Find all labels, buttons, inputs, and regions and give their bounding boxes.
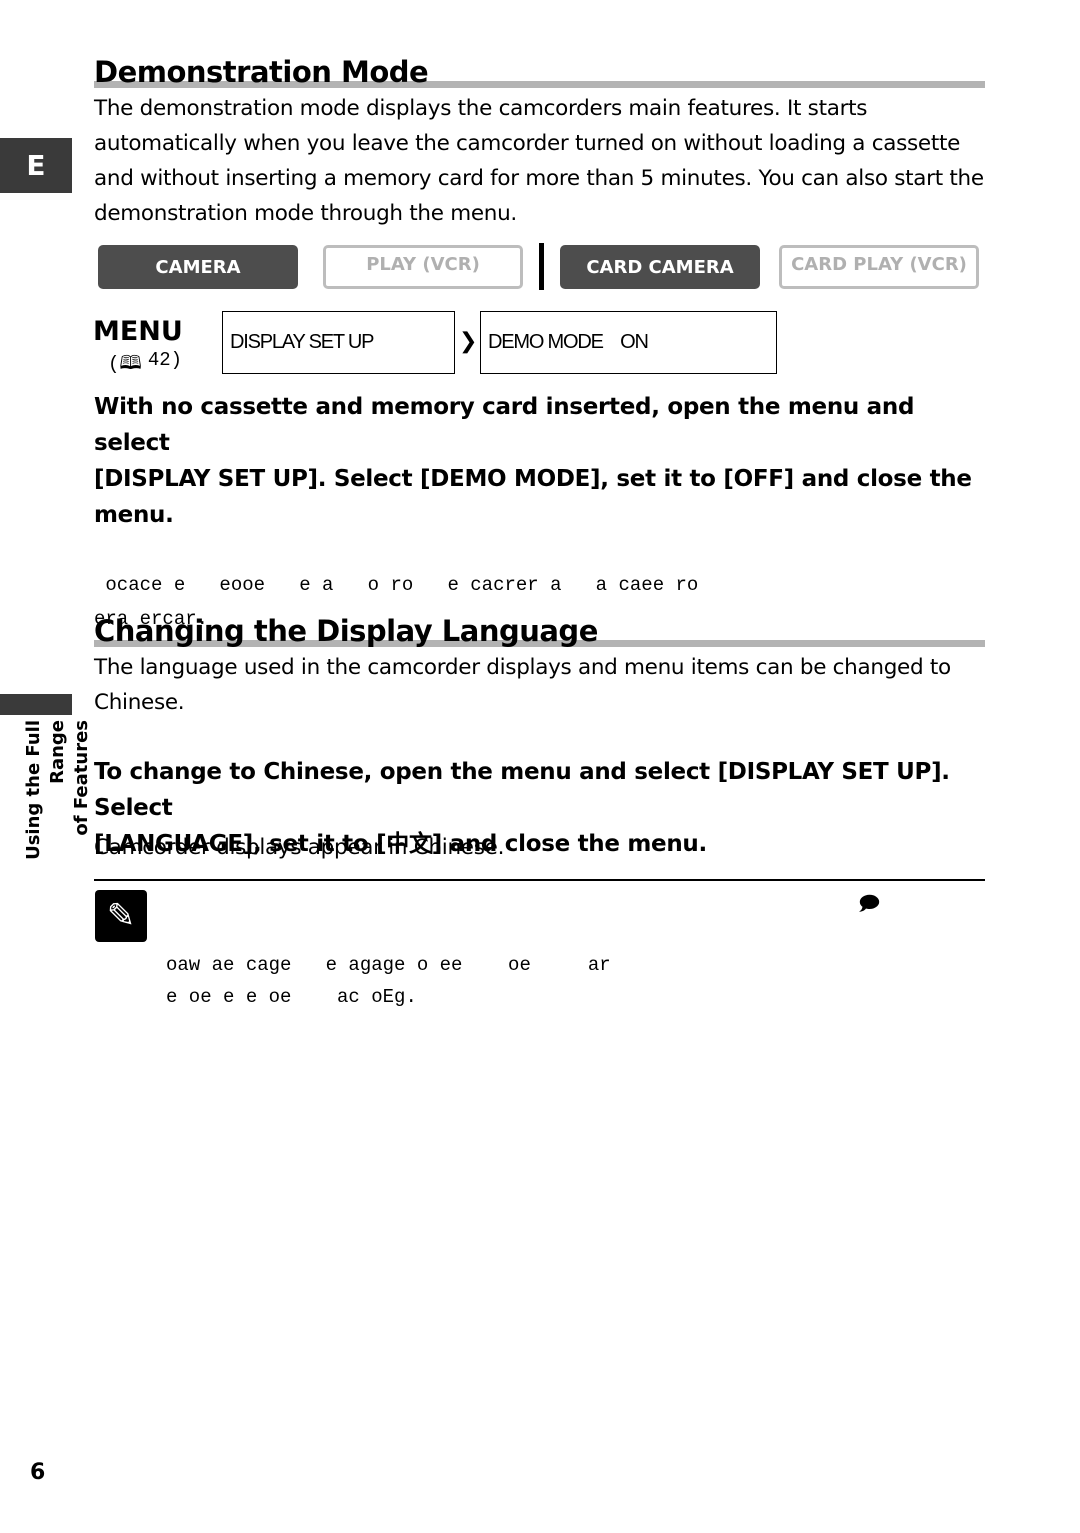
- page-number: 6: [30, 1460, 46, 1485]
- mode-camera: CAMERA: [98, 245, 298, 289]
- note-text: oaw ae cage e agage o ee oe ar e oe e e o…: [166, 954, 611, 1008]
- language-tab: E: [0, 138, 72, 193]
- language-description: The language used in the camcorder displ…: [94, 655, 951, 715]
- mode-card-play-vcr: CARD PLAY (VCR): [779, 245, 979, 289]
- section-label-line2: of Features: [71, 720, 92, 836]
- page-ref: (🕮 42): [108, 349, 182, 381]
- chevron-right-icon: ❯: [459, 329, 478, 354]
- pencil-note-icon: ✎: [95, 890, 147, 942]
- section-tab: [0, 694, 72, 715]
- book-icon: (🕮: [108, 353, 142, 375]
- note-divider: [94, 879, 985, 881]
- divider: [539, 243, 544, 290]
- menu-item-display-setup: DISPLAY SET UP: [222, 311, 455, 374]
- speech-bubble-icon: 🗩: [858, 891, 881, 915]
- menu-label: MENU: [93, 316, 183, 347]
- section-label: Using the Full Range of Features: [22, 720, 94, 930]
- section-label-line1: Using the Full Range: [23, 720, 68, 860]
- section-heading-language: Changing the Display Language: [94, 613, 985, 653]
- mode-play-vcr: PLAY (VCR): [323, 245, 523, 289]
- section-heading-demo: Demonstration Mode: [94, 54, 985, 94]
- result-text: Camcorder displays appear in Chinese.: [94, 835, 505, 860]
- menu-item-demo-mode: DEMO MODE ON: [480, 311, 777, 374]
- demo-description: The demonstration mode displays the camc…: [94, 96, 984, 226]
- mode-card-camera: CARD CAMERA: [560, 245, 760, 289]
